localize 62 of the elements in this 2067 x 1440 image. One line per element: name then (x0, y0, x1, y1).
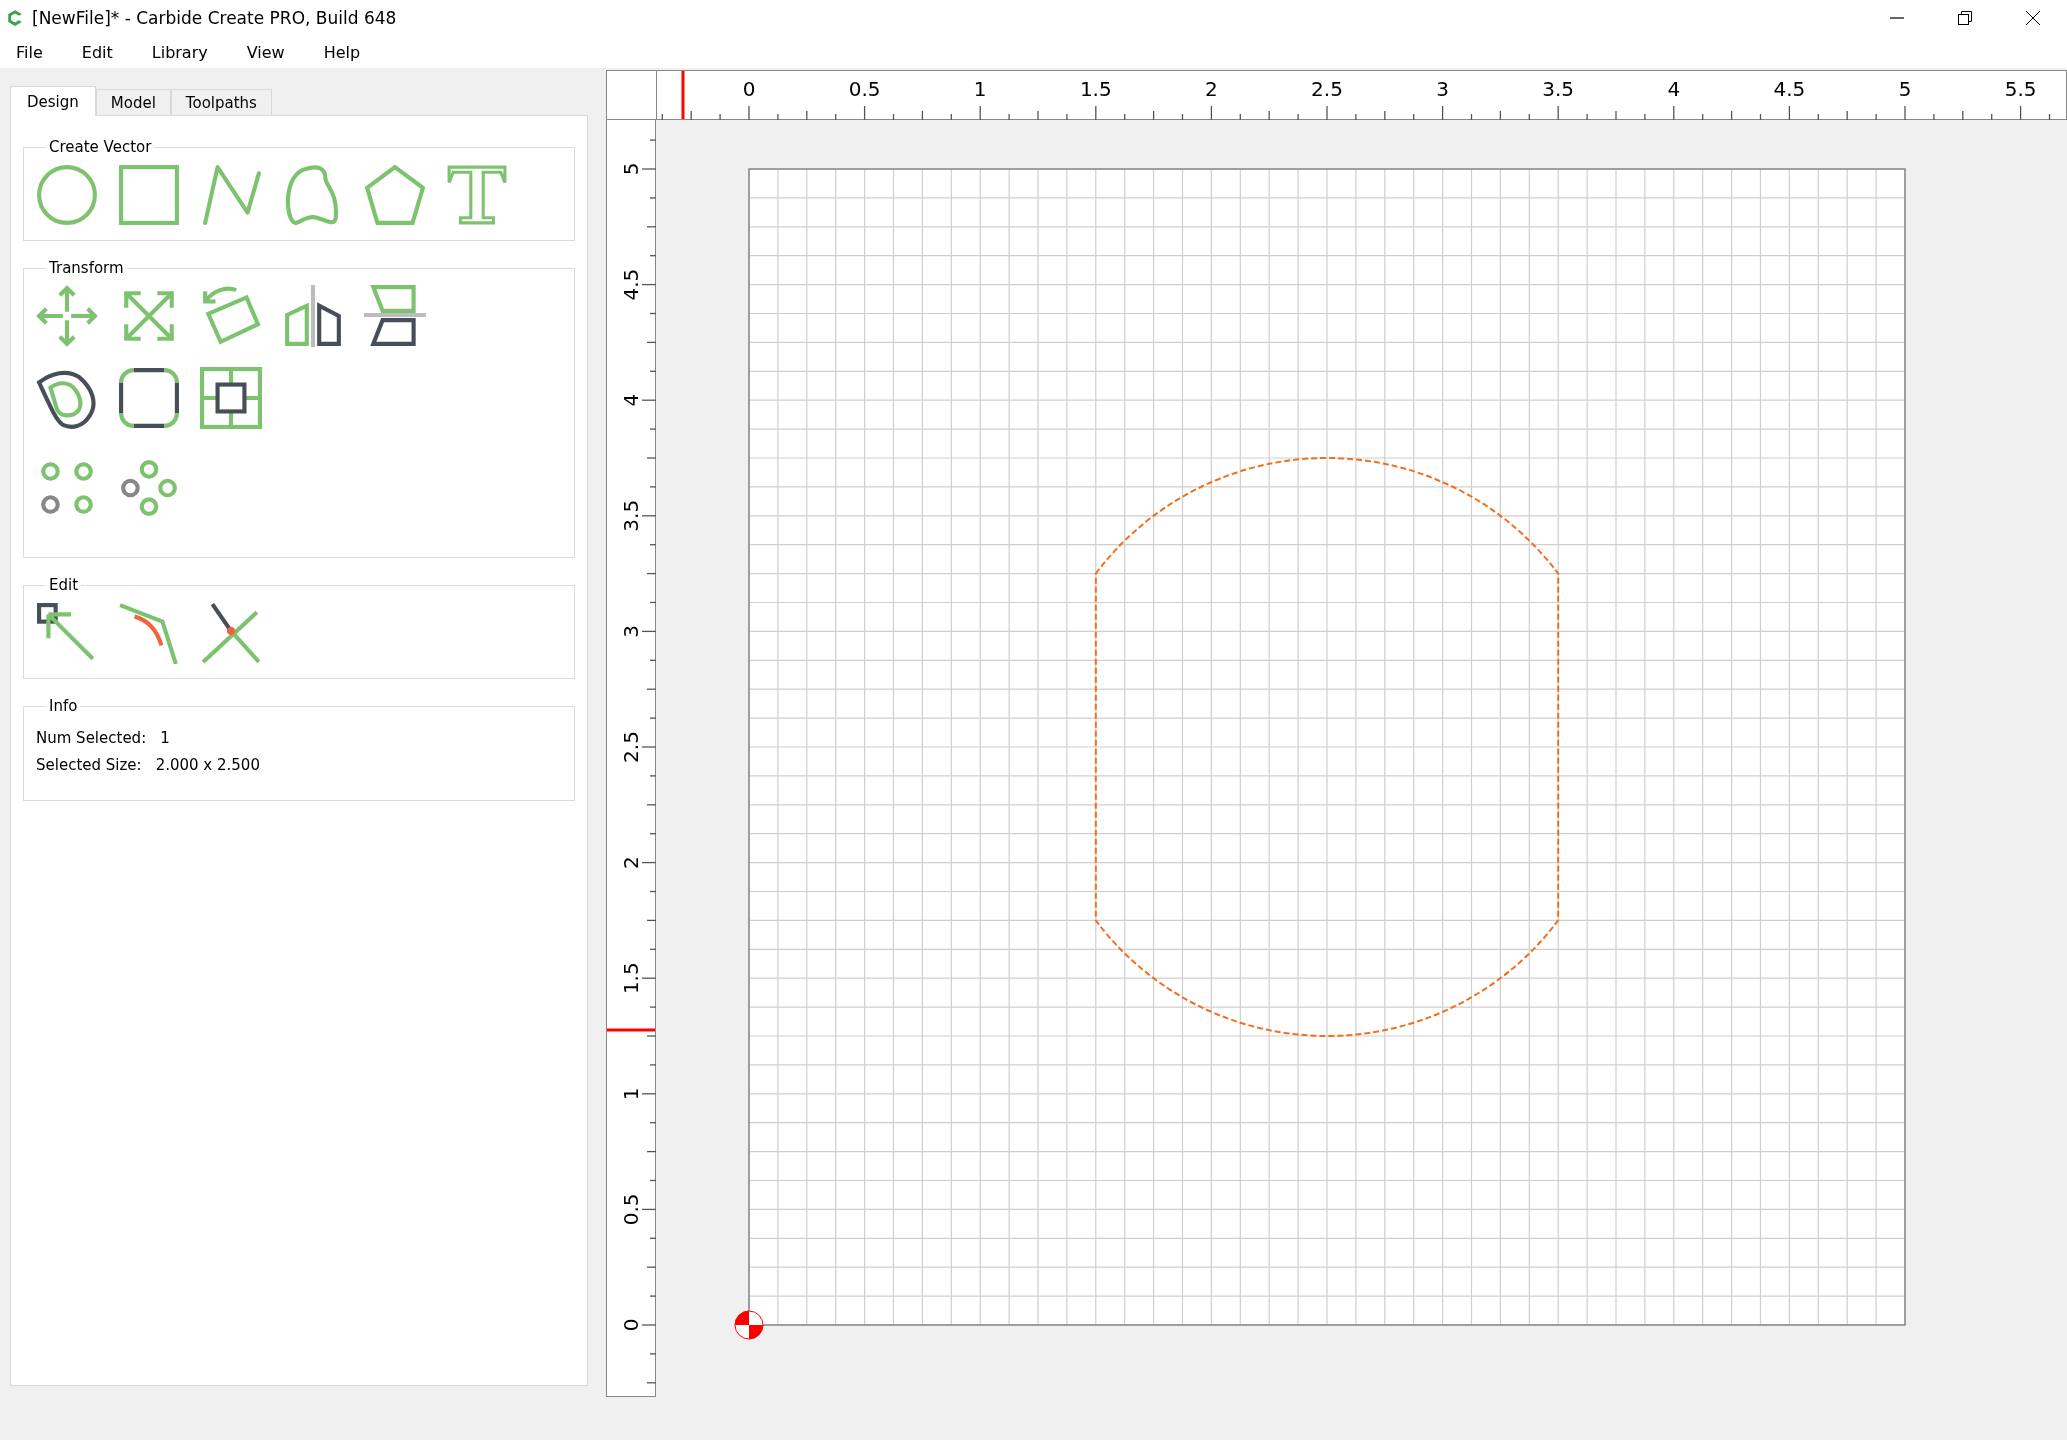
ruler-label: 2 (619, 856, 643, 869)
rotate-tool-icon[interactable] (200, 285, 262, 347)
ruler-label: 3.5 (1542, 77, 1575, 101)
ruler-label: 2 (1205, 77, 1218, 101)
info-value: 2.000 x 2.500 (155, 756, 260, 774)
minimize-icon (1889, 17, 1905, 19)
ruler-label: 1 (619, 1087, 643, 1101)
group-title: Edit (48, 576, 80, 594)
ruler-label: 4.5 (619, 268, 643, 301)
circle-tool-icon[interactable] (36, 164, 98, 226)
ruler-label: 2.5 (619, 731, 643, 763)
circular-array-tool-icon[interactable] (118, 457, 180, 519)
cursor-marker (681, 71, 685, 119)
info-label: Num Selected: (36, 729, 147, 747)
ruler-label: 5 (1898, 77, 1912, 101)
group-title: Info (48, 697, 79, 715)
ruler-label: 3 (1436, 77, 1449, 101)
fillet-tool-icon[interactable] (118, 367, 180, 429)
ruler-label: 1.5 (619, 962, 643, 995)
menu-item[interactable]: File (6, 42, 58, 62)
align-tool-icon[interactable] (200, 367, 262, 429)
ruler-label: 0 (742, 77, 756, 101)
mirror-tool-icon[interactable] (282, 285, 344, 347)
menu-item[interactable]: Library (141, 42, 223, 62)
menu-item[interactable]: Edit (71, 42, 128, 62)
ruler-label: 5.5 (2004, 77, 2037, 101)
info-label: Selected Size: (36, 756, 142, 774)
move-tool-icon[interactable] (36, 285, 98, 347)
close-icon (2025, 10, 2041, 26)
ruler-label: 0.5 (848, 77, 881, 101)
ruler-label: 3 (619, 625, 643, 638)
ruler-label: 1 (973, 77, 987, 101)
menu-item[interactable]: Help (313, 42, 376, 62)
pentagon-tool-icon[interactable] (364, 164, 426, 226)
flip-tool-icon[interactable] (364, 285, 426, 347)
cursor-marker (607, 1028, 655, 1032)
rectangle-tool-icon[interactable] (118, 164, 180, 226)
ruler-label: 3.5 (619, 499, 643, 532)
ruler-label: 5 (619, 162, 643, 176)
selected-vector-shape[interactable] (1094, 457, 1560, 1037)
ruler-label: 4.5 (1773, 77, 1806, 101)
text-tool-icon[interactable] (446, 164, 508, 226)
group-title: Create Vector (48, 138, 153, 156)
polyline-tool-icon[interactable] (200, 164, 262, 226)
app-logo-icon (6, 9, 24, 27)
window-title: [NewFile]* - Carbide Create PRO, Build 648 (32, 8, 397, 28)
info-value: 1 (160, 729, 170, 747)
fillet-curve-tool-icon[interactable] (118, 602, 180, 664)
ruler-label: 4 (619, 393, 643, 407)
ruler-label: 0.5 (619, 1193, 643, 1226)
restore-icon (1957, 10, 1973, 26)
menu-item[interactable]: View (236, 42, 300, 62)
tab[interactable]: Toolpaths (170, 89, 272, 115)
group-title: Transform (48, 259, 125, 277)
ruler-label: 1.5 (1079, 77, 1112, 101)
ruler-label: 4 (1667, 77, 1681, 101)
ruler-label: 2.5 (1311, 77, 1343, 101)
trim-tool-icon[interactable] (200, 602, 262, 664)
origin-icon (734, 1310, 764, 1340)
tab[interactable]: Model (95, 89, 171, 115)
ruler-label: 0 (619, 1318, 643, 1332)
tab[interactable]: Design (10, 86, 96, 116)
